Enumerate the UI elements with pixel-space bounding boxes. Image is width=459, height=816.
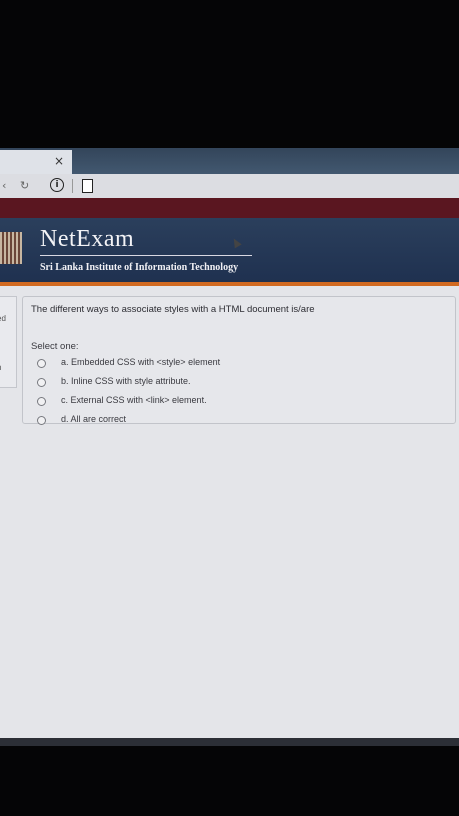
browser-tab-strip: × xyxy=(0,148,459,174)
monitor-bezel xyxy=(0,738,459,746)
back-icon[interactable]: ‹ xyxy=(2,179,6,192)
answer-option-d[interactable]: d. All are correct xyxy=(37,414,337,430)
radio-button-a[interactable] xyxy=(37,359,46,368)
answer-option-b[interactable]: b. Inline CSS with style attribute. xyxy=(37,376,337,392)
logo-icon xyxy=(0,232,22,264)
question-text: The different ways to associate styles w… xyxy=(31,304,315,315)
monitor-screen: × ‹ ↻ i NetExam Sri Lanka Institute of I… xyxy=(0,148,459,738)
radio-button-b[interactable] xyxy=(37,378,46,387)
reload-icon[interactable]: ↻ xyxy=(20,179,29,192)
browser-toolbar: ‹ ↻ i xyxy=(0,174,459,199)
info-text-1: ed xyxy=(0,314,6,323)
toolbar-divider xyxy=(72,179,73,193)
info-text-2: n xyxy=(0,363,1,372)
radio-button-c[interactable] xyxy=(37,397,46,406)
question-info-panel: ed n xyxy=(0,296,17,388)
brand-underline xyxy=(40,255,252,256)
close-icon[interactable]: × xyxy=(54,154,64,168)
radio-button-d[interactable] xyxy=(37,416,46,425)
browser-tab[interactable]: × xyxy=(0,150,72,174)
answer-label-c[interactable]: c. External CSS with <link> element. xyxy=(61,395,207,405)
answer-label-a[interactable]: a. Embedded CSS with <style> element xyxy=(61,357,220,367)
answer-label-b[interactable]: b. Inline CSS with style attribute. xyxy=(61,376,191,386)
site-header: NetExam Sri Lanka Institute of Informati… xyxy=(0,218,459,282)
site-brand[interactable]: NetExam xyxy=(40,226,134,253)
info-icon[interactable]: i xyxy=(50,178,64,192)
quiz-content: ed n The different ways to associate sty… xyxy=(0,286,459,738)
select-one-label: Select one: xyxy=(31,341,79,352)
page-icon[interactable] xyxy=(82,179,93,193)
answer-option-a[interactable]: a. Embedded CSS with <style> element xyxy=(37,357,337,373)
answer-label-d[interactable]: d. All are correct xyxy=(61,414,126,424)
answer-option-c[interactable]: c. External CSS with <link> element. xyxy=(37,395,337,411)
question-card: The different ways to associate styles w… xyxy=(22,296,456,425)
top-accent-bar xyxy=(0,198,459,218)
site-subtitle: Sri Lanka Institute of Information Techn… xyxy=(40,262,239,273)
